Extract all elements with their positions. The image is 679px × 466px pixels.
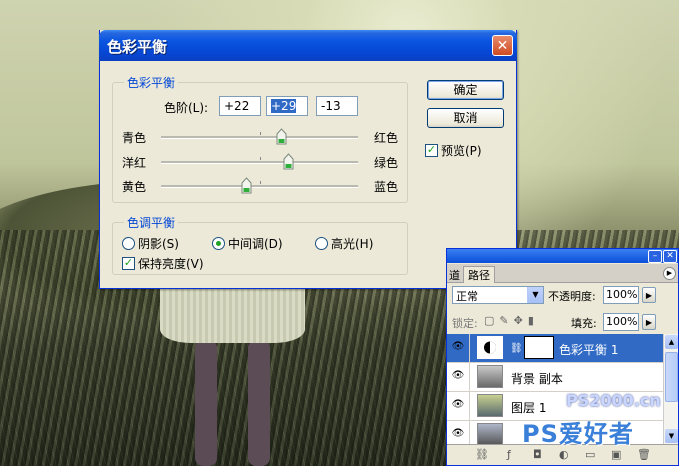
- divider: [469, 392, 470, 420]
- slider-left-label: 青色: [122, 131, 147, 145]
- slider-thumb[interactable]: [283, 153, 294, 170]
- layer-name: 色彩平衡 1: [559, 343, 619, 357]
- scroll-thumb[interactable]: [665, 352, 678, 402]
- slider-right-label: 绿色: [374, 156, 399, 170]
- tone-balance-legend: 色调平衡: [124, 214, 179, 231]
- blend-mode-select[interactable]: 正常 ▼: [452, 286, 544, 304]
- radio-circle[interactable]: [212, 237, 225, 250]
- trash-icon[interactable]: 🗑: [637, 448, 651, 461]
- layers-scrollbar[interactable]: ▲ ▼: [663, 334, 678, 444]
- panel-tabs: 道 路径 ▶: [447, 264, 678, 283]
- layer-row[interactable]: 👁 ⛓ 色彩平衡 1: [447, 334, 663, 363]
- girl-right-leg: [248, 340, 270, 466]
- dialog-titlebar[interactable]: 色彩平衡 ✕: [99, 30, 517, 61]
- divider: [469, 334, 470, 362]
- close-icon: ✕: [496, 38, 509, 54]
- slider-row-yellow-blue: 黄色 蓝色: [113, 176, 407, 196]
- slider-right-label: 蓝色: [374, 180, 399, 194]
- level-cyan-red-input[interactable]: +22: [219, 96, 261, 116]
- new-layer-icon[interactable]: ▣: [611, 448, 621, 461]
- eye-icon[interactable]: 👁: [451, 399, 465, 411]
- tone-balance-group: 色调平衡 阴影(S) 中间调(D) 高光(H) ✓ 保持亮度(V): [112, 214, 408, 275]
- watermark-brand: PS爱好者: [522, 420, 634, 448]
- adjustment-icon: [484, 341, 496, 354]
- close-button[interactable]: ✕: [492, 35, 513, 56]
- tab-paths[interactable]: 路径: [463, 266, 495, 283]
- radio-circle[interactable]: [315, 237, 328, 250]
- slider-left-label: 洋红: [122, 156, 147, 170]
- slider-row-cyan-red: 青色 红色: [113, 127, 407, 147]
- levels-label: 色阶(L):: [164, 101, 209, 115]
- checkbox-box[interactable]: ✓: [122, 257, 135, 270]
- link-icon[interactable]: ⛓: [475, 448, 489, 461]
- folder-icon[interactable]: ▭: [585, 448, 595, 461]
- tab-channels[interactable]: 道: [449, 267, 460, 283]
- radio-circle[interactable]: [122, 237, 135, 250]
- highlights-radio[interactable]: 高光(H): [315, 235, 373, 252]
- dialog-title: 色彩平衡: [107, 38, 168, 56]
- close-icon[interactable]: ✕: [663, 250, 677, 263]
- cancel-button[interactable]: 取消: [427, 108, 504, 128]
- preview-checkbox[interactable]: ✓ 预览(P): [425, 142, 482, 159]
- chain-icon: ⛓: [510, 343, 523, 354]
- minimize-icon[interactable]: –: [648, 250, 662, 263]
- midtones-radio[interactable]: 中间调(D): [212, 235, 283, 252]
- chevron-down-icon[interactable]: ▼: [527, 287, 543, 303]
- adjustment-thumbnail[interactable]: [477, 336, 503, 359]
- slider-center-tick: [260, 181, 261, 184]
- fx-icon[interactable]: ƒ: [507, 448, 511, 461]
- slider-center-tick: [260, 132, 261, 135]
- fill-label: 填充:: [571, 317, 597, 330]
- slider-thumb[interactable]: [276, 128, 287, 145]
- slider-thumb[interactable]: [241, 177, 252, 194]
- layer-thumbnail[interactable]: [477, 423, 503, 446]
- layer-thumbnail[interactable]: [477, 365, 503, 388]
- opacity-input[interactable]: 100%: [603, 286, 639, 304]
- girl-dress: [160, 285, 305, 343]
- eye-icon[interactable]: 👁: [451, 428, 465, 440]
- watermark-site: PS2000.cn: [566, 391, 661, 410]
- slider-track[interactable]: [161, 161, 358, 164]
- shadows-label: 阴影(S): [138, 237, 179, 251]
- slider-row-magenta-green: 洋红 绿色: [113, 152, 407, 172]
- preserve-luminosity-label: 保持亮度(V): [138, 257, 204, 271]
- midtones-label: 中间调(D): [228, 237, 283, 251]
- mask-icon[interactable]: ◘: [533, 448, 542, 461]
- slider-center-tick: [260, 157, 261, 160]
- girl-left-leg: [195, 340, 217, 466]
- slider-track[interactable]: [161, 136, 358, 139]
- mask-thumbnail[interactable]: [524, 336, 554, 359]
- lock-label: 锁定:: [452, 317, 478, 330]
- slider-right-label: 红色: [374, 131, 399, 145]
- opacity-arrow-icon[interactable]: ▶: [642, 287, 656, 303]
- panel-menu-icon[interactable]: ▶: [663, 267, 676, 280]
- level-magenta-green-input[interactable]: +29: [266, 96, 308, 116]
- eye-icon[interactable]: 👁: [451, 370, 465, 382]
- opacity-label: 不透明度:: [548, 290, 596, 303]
- slider-left-label: 黄色: [122, 180, 147, 194]
- preserve-luminosity-checkbox[interactable]: ✓ 保持亮度(V): [122, 255, 204, 272]
- color-balance-group: 色彩平衡 色阶(L): +22 +29 -13 青色 红色 洋红 绿色 黄色 蓝…: [112, 74, 408, 203]
- layer-name: 背景 副本: [511, 372, 563, 386]
- lock-icons[interactable]: ▢✎✥▮: [484, 314, 539, 327]
- level-yellow-blue-input[interactable]: -13: [316, 96, 358, 116]
- eye-icon[interactable]: 👁: [451, 341, 465, 353]
- adjustment-layer-icon[interactable]: ◐: [559, 448, 569, 461]
- highlights-label: 高光(H): [331, 237, 374, 251]
- color-balance-legend: 色彩平衡: [124, 74, 179, 91]
- scroll-down-icon[interactable]: ▼: [665, 429, 678, 443]
- layer-row[interactable]: 👁 背景 副本: [447, 363, 663, 392]
- fill-arrow-icon[interactable]: ▶: [642, 314, 656, 330]
- blend-mode-value: 正常: [456, 290, 478, 303]
- shadows-radio[interactable]: 阴影(S): [122, 235, 179, 252]
- divider: [469, 363, 470, 391]
- checkbox-box[interactable]: ✓: [425, 144, 438, 157]
- panel-titlebar[interactable]: – ✕: [447, 249, 678, 263]
- layer-thumbnail[interactable]: [477, 394, 503, 417]
- slider-track[interactable]: [161, 185, 358, 188]
- ok-button[interactable]: 确定: [427, 80, 504, 100]
- fill-input[interactable]: 100%: [603, 313, 639, 331]
- scroll-up-icon[interactable]: ▲: [665, 335, 678, 349]
- preview-label: 预览(P): [441, 144, 482, 158]
